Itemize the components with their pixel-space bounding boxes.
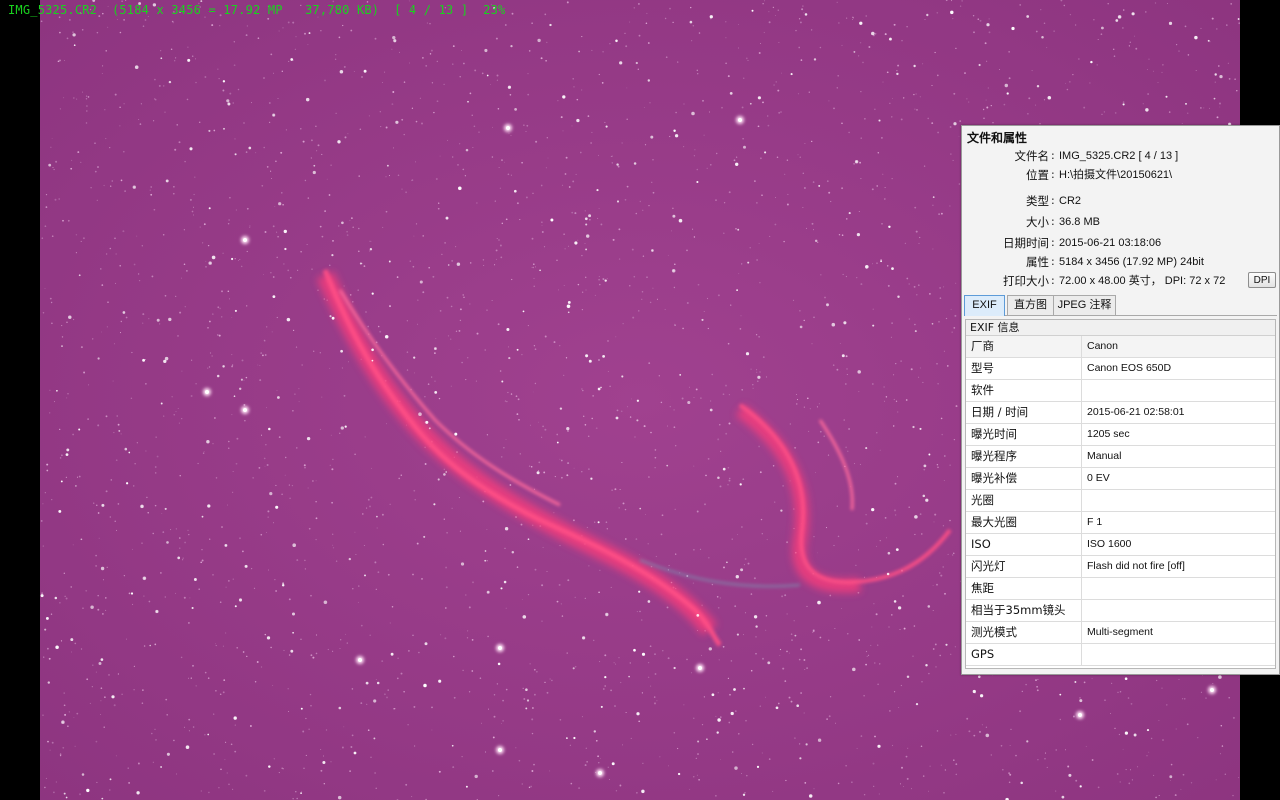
exif-key: 焦距 [966, 578, 1082, 599]
exif-key: 厂商 [966, 336, 1082, 357]
prop-datetime: 日期时间 : 2015-06-21 03:18:06 [1003, 236, 1162, 250]
prop-size: 大小 : 36.8 MB [1026, 215, 1100, 229]
panel-tabs: EXIF 直方图 JPEG 注释 [964, 295, 1277, 316]
exif-row[interactable]: 曝光补偿 0 EV [966, 468, 1275, 490]
exif-row[interactable]: 最大光圈 F 1 [966, 512, 1275, 534]
panel-title: 文件和属性 [967, 131, 1028, 145]
exif-row[interactable]: 型号 Canon EOS 650D [966, 358, 1275, 380]
exif-section-title: EXIF 信息 [966, 320, 1275, 336]
exif-table[interactable]: EXIF 信息 厂商 Canon 型号 Canon EOS 650D 软件 日期 / 时间… [965, 319, 1276, 669]
exif-value: Canon [1087, 340, 1118, 352]
exif-key: 最大光圈 [966, 512, 1082, 533]
exif-rows: 厂商 Canon 型号 Canon EOS 650D 软件 日期 / 时间 2015-06-… [966, 336, 1275, 666]
exif-row[interactable]: 闪光灯 Flash did not fire [off] [966, 556, 1275, 578]
exif-key: GPS [966, 644, 1082, 665]
exif-row[interactable]: 日期 / 时间 2015-06-21 02:58:01 [966, 402, 1275, 424]
prop-type: 类型 : CR2 [1026, 194, 1082, 208]
exif-value: 1205 sec [1087, 428, 1130, 440]
exif-row[interactable]: 曝光时间 1205 sec [966, 424, 1275, 446]
prop-filename: 文件名 : IMG_5325.CR2 [ 4 / 13 ] [1014, 149, 1179, 163]
prop-attributes: 属性 : 5184 x 3456 (17.92 MP) 24bit [1026, 255, 1204, 269]
exif-key: 曝光程序 [966, 446, 1082, 467]
exif-key: 相当于35mm镜头 [966, 600, 1082, 621]
exif-value: F 1 [1087, 516, 1103, 528]
exif-value: 2015-06-21 02:58:01 [1087, 406, 1185, 418]
exif-key: 闪光灯 [966, 556, 1082, 577]
tab-histogram[interactable]: 直方图 [1007, 295, 1054, 315]
exif-row[interactable]: 软件 [966, 380, 1275, 402]
exif-key: 软件 [966, 380, 1082, 401]
exif-value: Canon EOS 650D [1087, 362, 1172, 374]
exif-value: ISO 1600 [1087, 538, 1132, 550]
exif-value: Multi-segment [1087, 626, 1153, 638]
exif-key: ISO [966, 534, 1082, 555]
exif-key: 测光模式 [966, 622, 1082, 643]
exif-key: 曝光时间 [966, 424, 1082, 445]
tab-exif[interactable]: EXIF [964, 295, 1005, 316]
file-status-overlay: IMG_5325.CR2 (5184 x 3456 = 17.92 MP 37,… [8, 3, 506, 17]
exif-row[interactable]: 相当于35mm镜头 [966, 600, 1275, 622]
file-properties-panel: 文件和属性 文件名 : IMG_5325.CR2 [ 4 / 13 ] 位置 :… [961, 125, 1280, 675]
exif-value: Manual [1087, 450, 1122, 462]
exif-row[interactable]: 焦距 [966, 578, 1275, 600]
exif-key: 日期 / 时间 [966, 402, 1082, 423]
exif-row[interactable]: GPS [966, 644, 1275, 666]
exif-row[interactable]: ISO ISO 1600 [966, 534, 1275, 556]
exif-row[interactable]: 测光模式 Multi-segment [966, 622, 1275, 644]
exif-row[interactable]: 曝光程序 Manual [966, 446, 1275, 468]
exif-key: 光圈 [966, 490, 1082, 511]
dpi-button[interactable]: DPI [1248, 272, 1276, 288]
image-viewer[interactable]: IMG_5325.CR2 (5184 x 3456 = 17.92 MP 37,… [0, 0, 1280, 800]
prop-print-size: 打印大小 : 72.00 x 48.00 英寸， DPI: 72 x 72 [1003, 274, 1226, 288]
tab-jpeg-comment[interactable]: JPEG 注释 [1053, 295, 1116, 315]
exif-value: Flash did not fire [off] [1087, 560, 1185, 572]
prop-location: 位置 : H:\拍摄文件\20150621\ [1026, 168, 1173, 182]
exif-row[interactable]: 光圈 [966, 490, 1275, 512]
exif-key: 型号 [966, 358, 1082, 379]
exif-key: 曝光补偿 [966, 468, 1082, 489]
exif-row[interactable]: 厂商 Canon [966, 336, 1275, 358]
exif-value: 0 EV [1087, 472, 1110, 484]
